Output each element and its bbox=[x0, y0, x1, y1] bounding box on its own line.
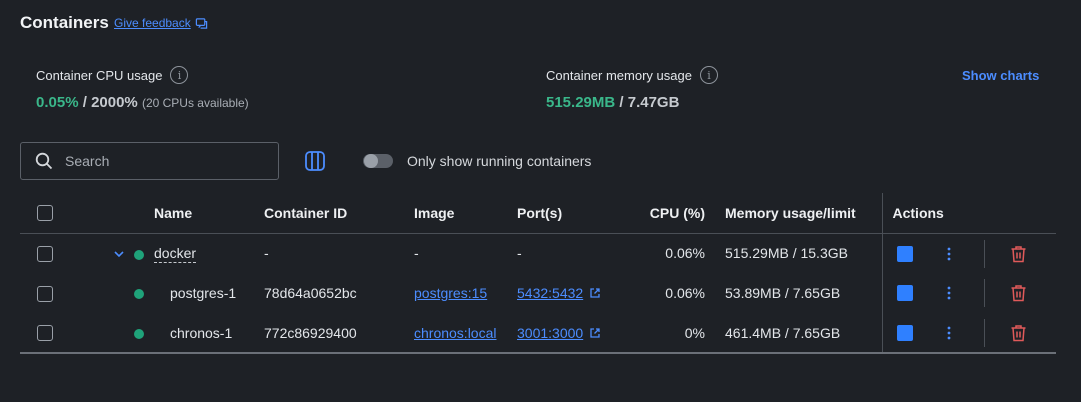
container-id: - bbox=[264, 245, 269, 262]
column-header-actions: Actions bbox=[881, 193, 1056, 234]
container-cpu: 0.06% bbox=[665, 245, 705, 262]
container-id: 772c86929400 bbox=[264, 313, 414, 354]
row-actions bbox=[881, 313, 1056, 354]
stop-icon[interactable] bbox=[896, 285, 913, 301]
toggle-knob bbox=[364, 154, 378, 168]
actions-divider bbox=[983, 319, 985, 347]
row-actions bbox=[881, 233, 1056, 273]
stop-icon[interactable] bbox=[896, 325, 913, 341]
external-link-icon[interactable] bbox=[589, 287, 601, 299]
column-header-ports[interactable]: Port(s) bbox=[517, 193, 647, 234]
container-cpu: 0% bbox=[647, 313, 719, 354]
running-status-dot bbox=[134, 249, 144, 260]
more-options-icon[interactable] bbox=[941, 285, 957, 301]
row-checkbox[interactable] bbox=[37, 325, 53, 342]
memory-used-value: 515.29MB bbox=[546, 94, 616, 111]
search-field[interactable] bbox=[20, 142, 279, 180]
row-actions bbox=[881, 273, 1056, 313]
cpu-note: (20 CPUs available) bbox=[141, 96, 249, 110]
memory-usage-label: Container memory usage bbox=[546, 67, 692, 83]
cpu-used-value: 0.05% bbox=[36, 94, 79, 111]
row-checkbox[interactable] bbox=[37, 285, 53, 302]
page-title: Containers bbox=[20, 13, 109, 32]
memory-info-icon[interactable]: i bbox=[699, 66, 718, 84]
container-name[interactable]: chronos-1 bbox=[170, 325, 232, 341]
give-feedback-link[interactable]: Give feedback bbox=[114, 16, 208, 30]
container-memory: 515.29MB / 15.3GB bbox=[725, 245, 848, 262]
trash-icon[interactable] bbox=[1010, 324, 1027, 342]
actions-divider bbox=[983, 279, 985, 307]
table-row[interactable]: docker - - - 0.06% 515.29MB / 15.3GB bbox=[20, 233, 1056, 273]
container-name[interactable]: docker bbox=[154, 245, 197, 264]
cpu-info-icon[interactable]: i bbox=[170, 66, 189, 84]
stop-icon[interactable] bbox=[896, 245, 913, 262]
column-header-container-id[interactable]: Container ID bbox=[264, 193, 414, 234]
container-memory: 53.89MB / 7.65GB bbox=[725, 285, 841, 301]
select-all-checkbox[interactable] bbox=[37, 205, 53, 222]
container-image-link[interactable]: chronos:local bbox=[414, 325, 497, 341]
more-options-icon[interactable] bbox=[941, 246, 957, 262]
cpu-usage-label-row: Container CPU usage i bbox=[36, 66, 189, 84]
external-link-icon[interactable] bbox=[589, 327, 601, 339]
memory-usage-label-row: Container memory usage i bbox=[546, 66, 718, 84]
running-only-toggle[interactable] bbox=[363, 154, 393, 168]
container-port-link[interactable]: 5432:5432 bbox=[517, 285, 583, 301]
running-only-label: Only show running containers bbox=[407, 153, 592, 169]
container-ports: - bbox=[517, 245, 522, 262]
running-status-dot bbox=[134, 328, 144, 339]
more-options-icon[interactable] bbox=[941, 325, 957, 341]
show-charts-button[interactable]: Show charts bbox=[962, 68, 1039, 83]
table-row[interactable]: postgres-1 78d64a0652bc postgres:15 5432… bbox=[20, 273, 1056, 313]
container-image-link[interactable]: postgres:15 bbox=[414, 285, 487, 301]
trash-icon[interactable] bbox=[1010, 245, 1027, 263]
cpu-total-value: 2000% bbox=[91, 94, 138, 111]
table-header-row: Name Container ID Image Port(s) CPU (%) … bbox=[20, 193, 1056, 234]
container-name[interactable]: postgres-1 bbox=[170, 285, 236, 301]
search-input[interactable] bbox=[65, 153, 245, 169]
select-all-cell bbox=[20, 193, 134, 234]
column-header-image[interactable]: Image bbox=[414, 193, 517, 234]
container-port-link[interactable]: 3001:3000 bbox=[517, 325, 583, 341]
row-checkbox[interactable] bbox=[37, 245, 53, 262]
column-header-memory[interactable]: Memory usage/limit bbox=[719, 193, 882, 234]
columns-icon[interactable] bbox=[304, 150, 326, 172]
actions-divider bbox=[983, 239, 985, 268]
trash-icon[interactable] bbox=[1010, 284, 1027, 302]
search-icon bbox=[35, 152, 53, 170]
containers-table: Name Container ID Image Port(s) CPU (%) … bbox=[20, 193, 1056, 354]
container-memory: 461.4MB / 7.65GB bbox=[719, 313, 882, 354]
column-header-name[interactable]: Name bbox=[154, 193, 264, 234]
container-cpu: 0.06% bbox=[665, 285, 705, 301]
table-row[interactable]: chronos-1 772c86929400 chronos:local 300… bbox=[20, 313, 1056, 354]
memory-total-value: 7.47GB bbox=[627, 94, 680, 111]
container-id: 78d64a0652bc bbox=[264, 285, 357, 301]
column-header-cpu[interactable]: CPU (%) bbox=[647, 193, 719, 234]
give-feedback-label: Give feedback bbox=[114, 16, 191, 30]
running-status-dot bbox=[134, 289, 144, 300]
cpu-usage-value: 0.05% / 2000% (20 CPUs available) bbox=[36, 94, 249, 111]
container-image: - bbox=[414, 245, 419, 262]
memory-usage-value: 515.29MB / 7.47GB bbox=[546, 94, 680, 111]
chevron-down-icon[interactable] bbox=[113, 246, 125, 262]
cpu-usage-label: Container CPU usage bbox=[36, 67, 163, 83]
feedback-icon bbox=[195, 17, 207, 29]
